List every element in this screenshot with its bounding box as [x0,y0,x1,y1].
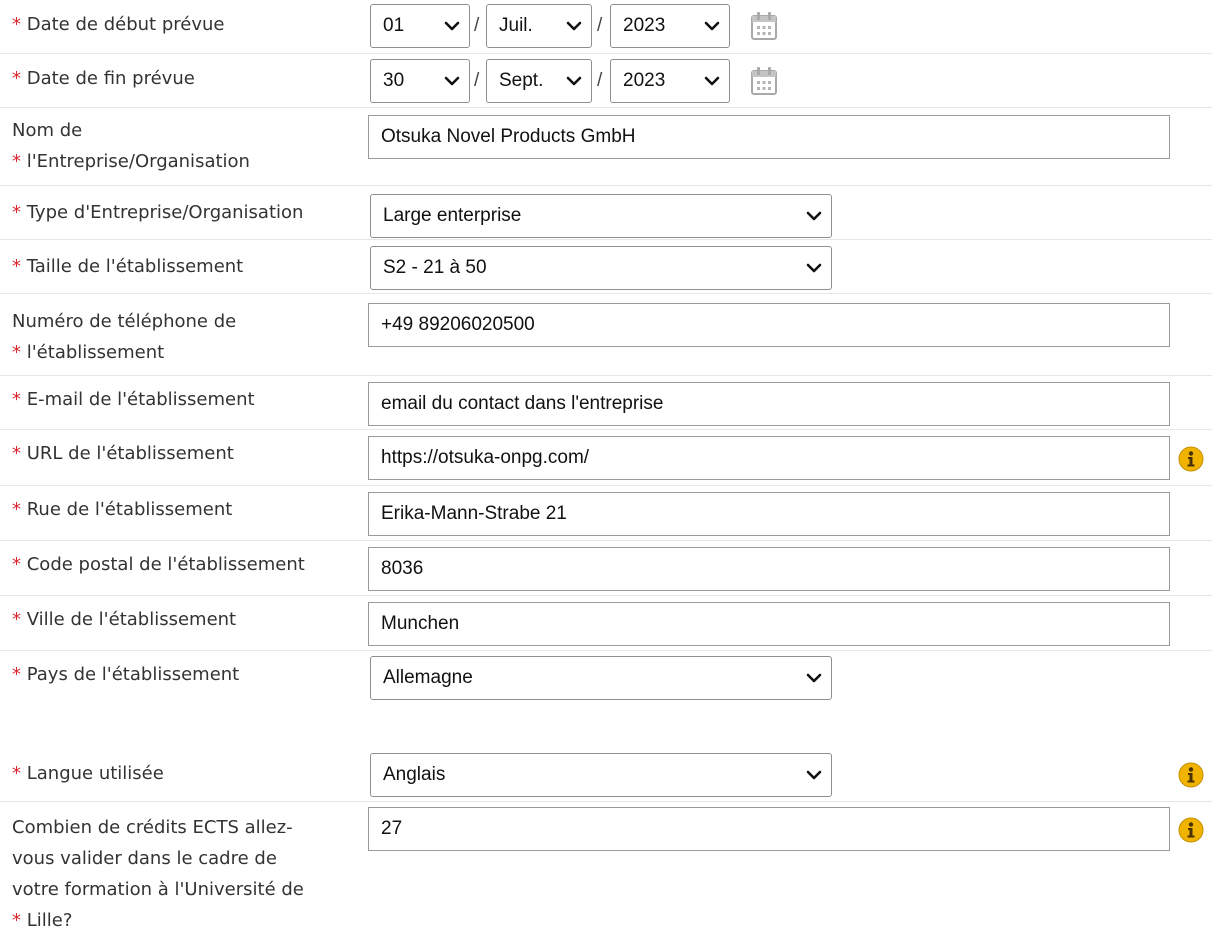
ects-credits-input[interactable]: 27 [368,807,1170,851]
chevron-down-icon [565,72,583,90]
city-input[interactable]: Munchen [368,602,1170,646]
street-row: * Rue de l'établissement Erika-Mann-Stra… [0,486,1212,541]
ects-label: Combien de crédits ECTS allez- vous vali… [12,817,304,931]
required-marker: * [12,256,21,277]
company-type-row: * Type d'Entreprise/Organisation Large e… [0,186,1212,240]
country-select[interactable]: Allemagne [370,656,832,700]
info-icon[interactable] [1178,446,1204,472]
street-label: * Rue de l'établissement [12,499,233,520]
language-label: * Langue utilisée [12,763,164,784]
company-type-select[interactable]: Large enterprise [370,194,832,238]
required-marker: * [12,910,21,931]
required-marker: * [12,151,21,172]
required-marker: * [12,68,21,89]
email-label: * E-mail de l'établissement [12,389,255,410]
country-label: * Pays de l'établissement [12,664,240,685]
chevron-down-icon [805,259,823,277]
city-label: * Ville de l'établissement [12,609,237,630]
chevron-down-icon [703,17,721,35]
required-marker: * [12,763,21,784]
info-icon[interactable] [1178,817,1204,843]
required-marker: * [12,342,21,363]
url-row: * URL de l'établissement https://otsuka-… [0,430,1212,486]
start-date-row: * Date de début prévue 01 / Juil. / 2023 [0,0,1212,54]
company-size-row: * Taille de l'établissement S2 - 21 à 50 [0,240,1212,294]
chevron-down-icon [703,72,721,90]
info-icon[interactable] [1178,762,1204,788]
url-input[interactable]: https://otsuka-onpg.com/ [368,436,1170,480]
city-row: * Ville de l'établissement Munchen [0,596,1212,651]
phone-label: Numéro de téléphone de * l'établissement [12,311,237,363]
start-day-select[interactable]: 01 [370,4,470,48]
required-marker: * [12,499,21,520]
email-input[interactable]: email du contact dans l'entreprise [368,382,1170,426]
postal-code-row: * Code postal de l'établissement 8036 [0,541,1212,596]
date-separator: / [474,15,480,36]
company-name-input[interactable]: Otsuka Novel Products GmbH [368,115,1170,159]
company-size-label: * Taille de l'établissement [12,256,244,277]
calendar-icon[interactable] [750,11,778,41]
chevron-down-icon [805,766,823,784]
chevron-down-icon [443,72,461,90]
chevron-down-icon [805,669,823,687]
end-year-select[interactable]: 2023 [610,59,730,103]
street-input[interactable]: Erika-Mann-Strabe 21 [368,492,1170,536]
phone-row: Numéro de téléphone de * l'établissement… [0,294,1212,376]
company-name-row: Nom de * l'Entreprise/Organisation Otsuk… [0,108,1212,186]
date-separator: / [597,70,603,91]
end-day-select[interactable]: 30 [370,59,470,103]
date-separator: / [597,15,603,36]
postal-code-label: * Code postal de l'établissement [12,554,305,575]
phone-input[interactable]: +49 89206020500 [368,303,1170,347]
required-marker: * [12,443,21,464]
company-size-select[interactable]: S2 - 21 à 50 [370,246,832,290]
postal-code-input[interactable]: 8036 [368,547,1170,591]
language-row: * Langue utilisée Anglais [0,748,1212,802]
chevron-down-icon [565,17,583,35]
url-label: * URL de l'établissement [12,443,234,464]
end-date-row: * Date de fin prévue 30 / Sept. / 2023 [0,54,1212,108]
company-type-label: * Type d'Entreprise/Organisation [12,202,304,223]
required-marker: * [12,554,21,575]
required-marker: * [12,202,21,223]
required-marker: * [12,664,21,685]
required-marker: * [12,389,21,410]
start-year-select[interactable]: 2023 [610,4,730,48]
end-date-label: * Date de fin prévue [12,68,195,89]
language-select[interactable]: Anglais [370,753,832,797]
calendar-icon[interactable] [750,66,778,96]
ects-row: Combien de crédits ECTS allez- vous vali… [0,802,1212,942]
required-marker: * [12,609,21,630]
start-month-select[interactable]: Juil. [486,4,592,48]
chevron-down-icon [805,207,823,225]
required-marker: * [12,14,21,35]
email-row: * E-mail de l'établissement email du con… [0,376,1212,430]
country-row: * Pays de l'établissement Allemagne [0,651,1212,705]
end-month-select[interactable]: Sept. [486,59,592,103]
start-date-label: * Date de début prévue [12,14,225,35]
date-separator: / [474,70,480,91]
company-name-label: Nom de * l'Entreprise/Organisation [12,120,250,172]
chevron-down-icon [443,17,461,35]
